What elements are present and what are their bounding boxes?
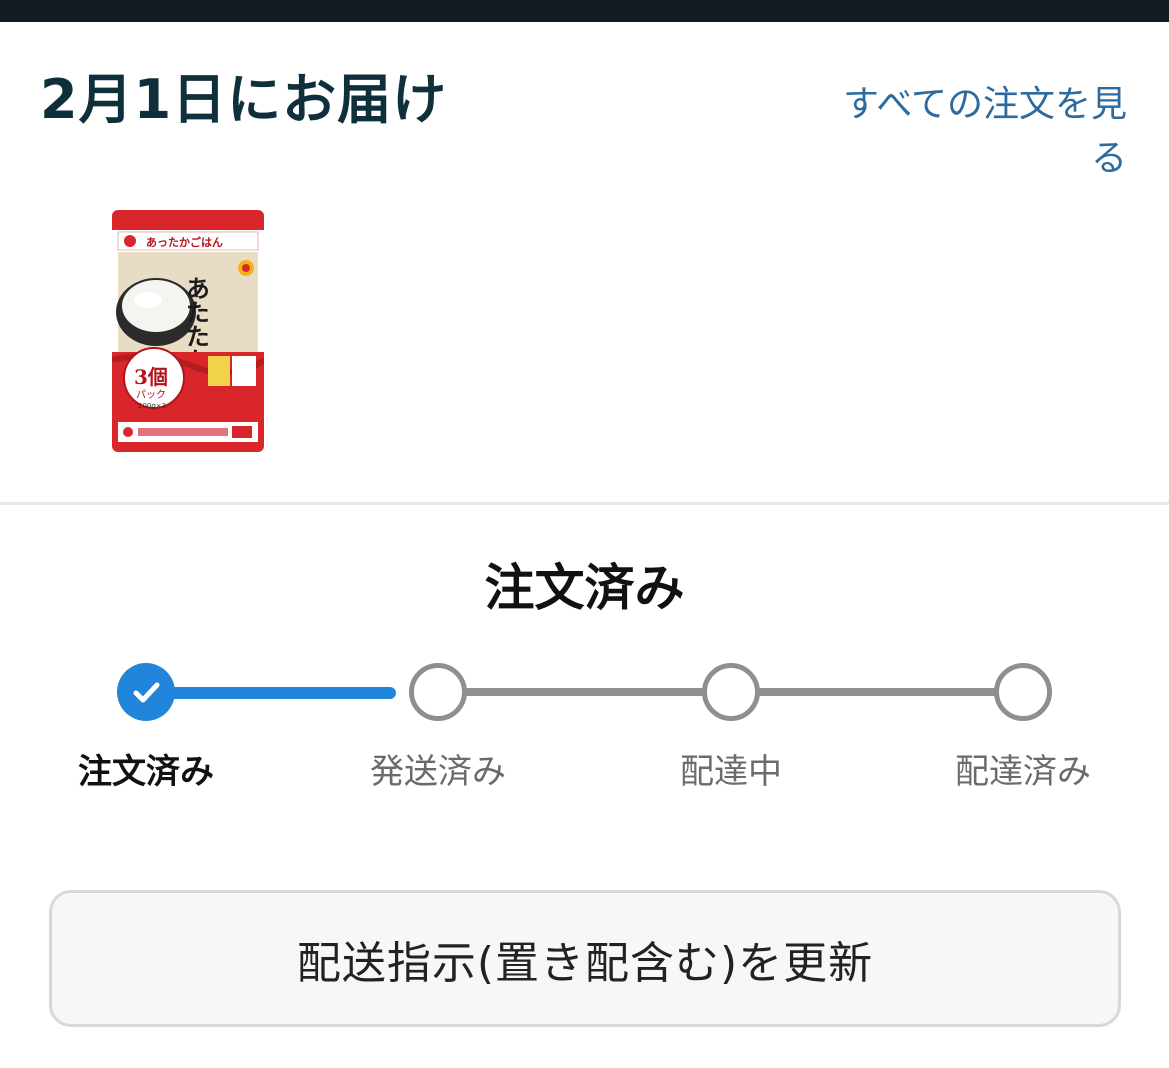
step-shipped-label: 発送済み: [370, 752, 506, 792]
step-ordered-label: 注文済み: [78, 752, 214, 792]
view-all-orders-link[interactable]: すべての注文を見る: [807, 78, 1127, 186]
checkmark-icon: [133, 682, 160, 703]
step-ordered-marker: [117, 663, 175, 721]
step-delivered-label: 配達済み: [955, 752, 1091, 792]
delivery-date-title: 2月1日にお届け: [40, 68, 448, 131]
product-image[interactable]: あったかごはん あたたかごはん 3個 パック 200g×3: [112, 210, 264, 452]
product-brand-line: あったかごはん: [146, 235, 223, 249]
section-divider: [0, 502, 1169, 505]
step-shipped-marker: [409, 663, 467, 721]
progress-track-complete: [146, 687, 396, 699]
step-in-transit-marker: [702, 663, 760, 721]
top-status-bar: [0, 0, 1169, 22]
product-weight: 200g×3: [138, 402, 166, 410]
step-in-transit-label: 配達中: [680, 752, 782, 792]
step-delivered-marker: [994, 663, 1052, 721]
order-status-title: 注文済み: [484, 559, 685, 617]
product-pack-word: パック: [136, 389, 166, 401]
update-delivery-instructions-button[interactable]: 配送指示(置き配含む)を更新: [49, 890, 1121, 1027]
product-pack-count: 3個: [134, 365, 168, 389]
rice-package-illustration: あったかごはん あたたかごはん 3個 パック 200g×3: [112, 210, 264, 452]
